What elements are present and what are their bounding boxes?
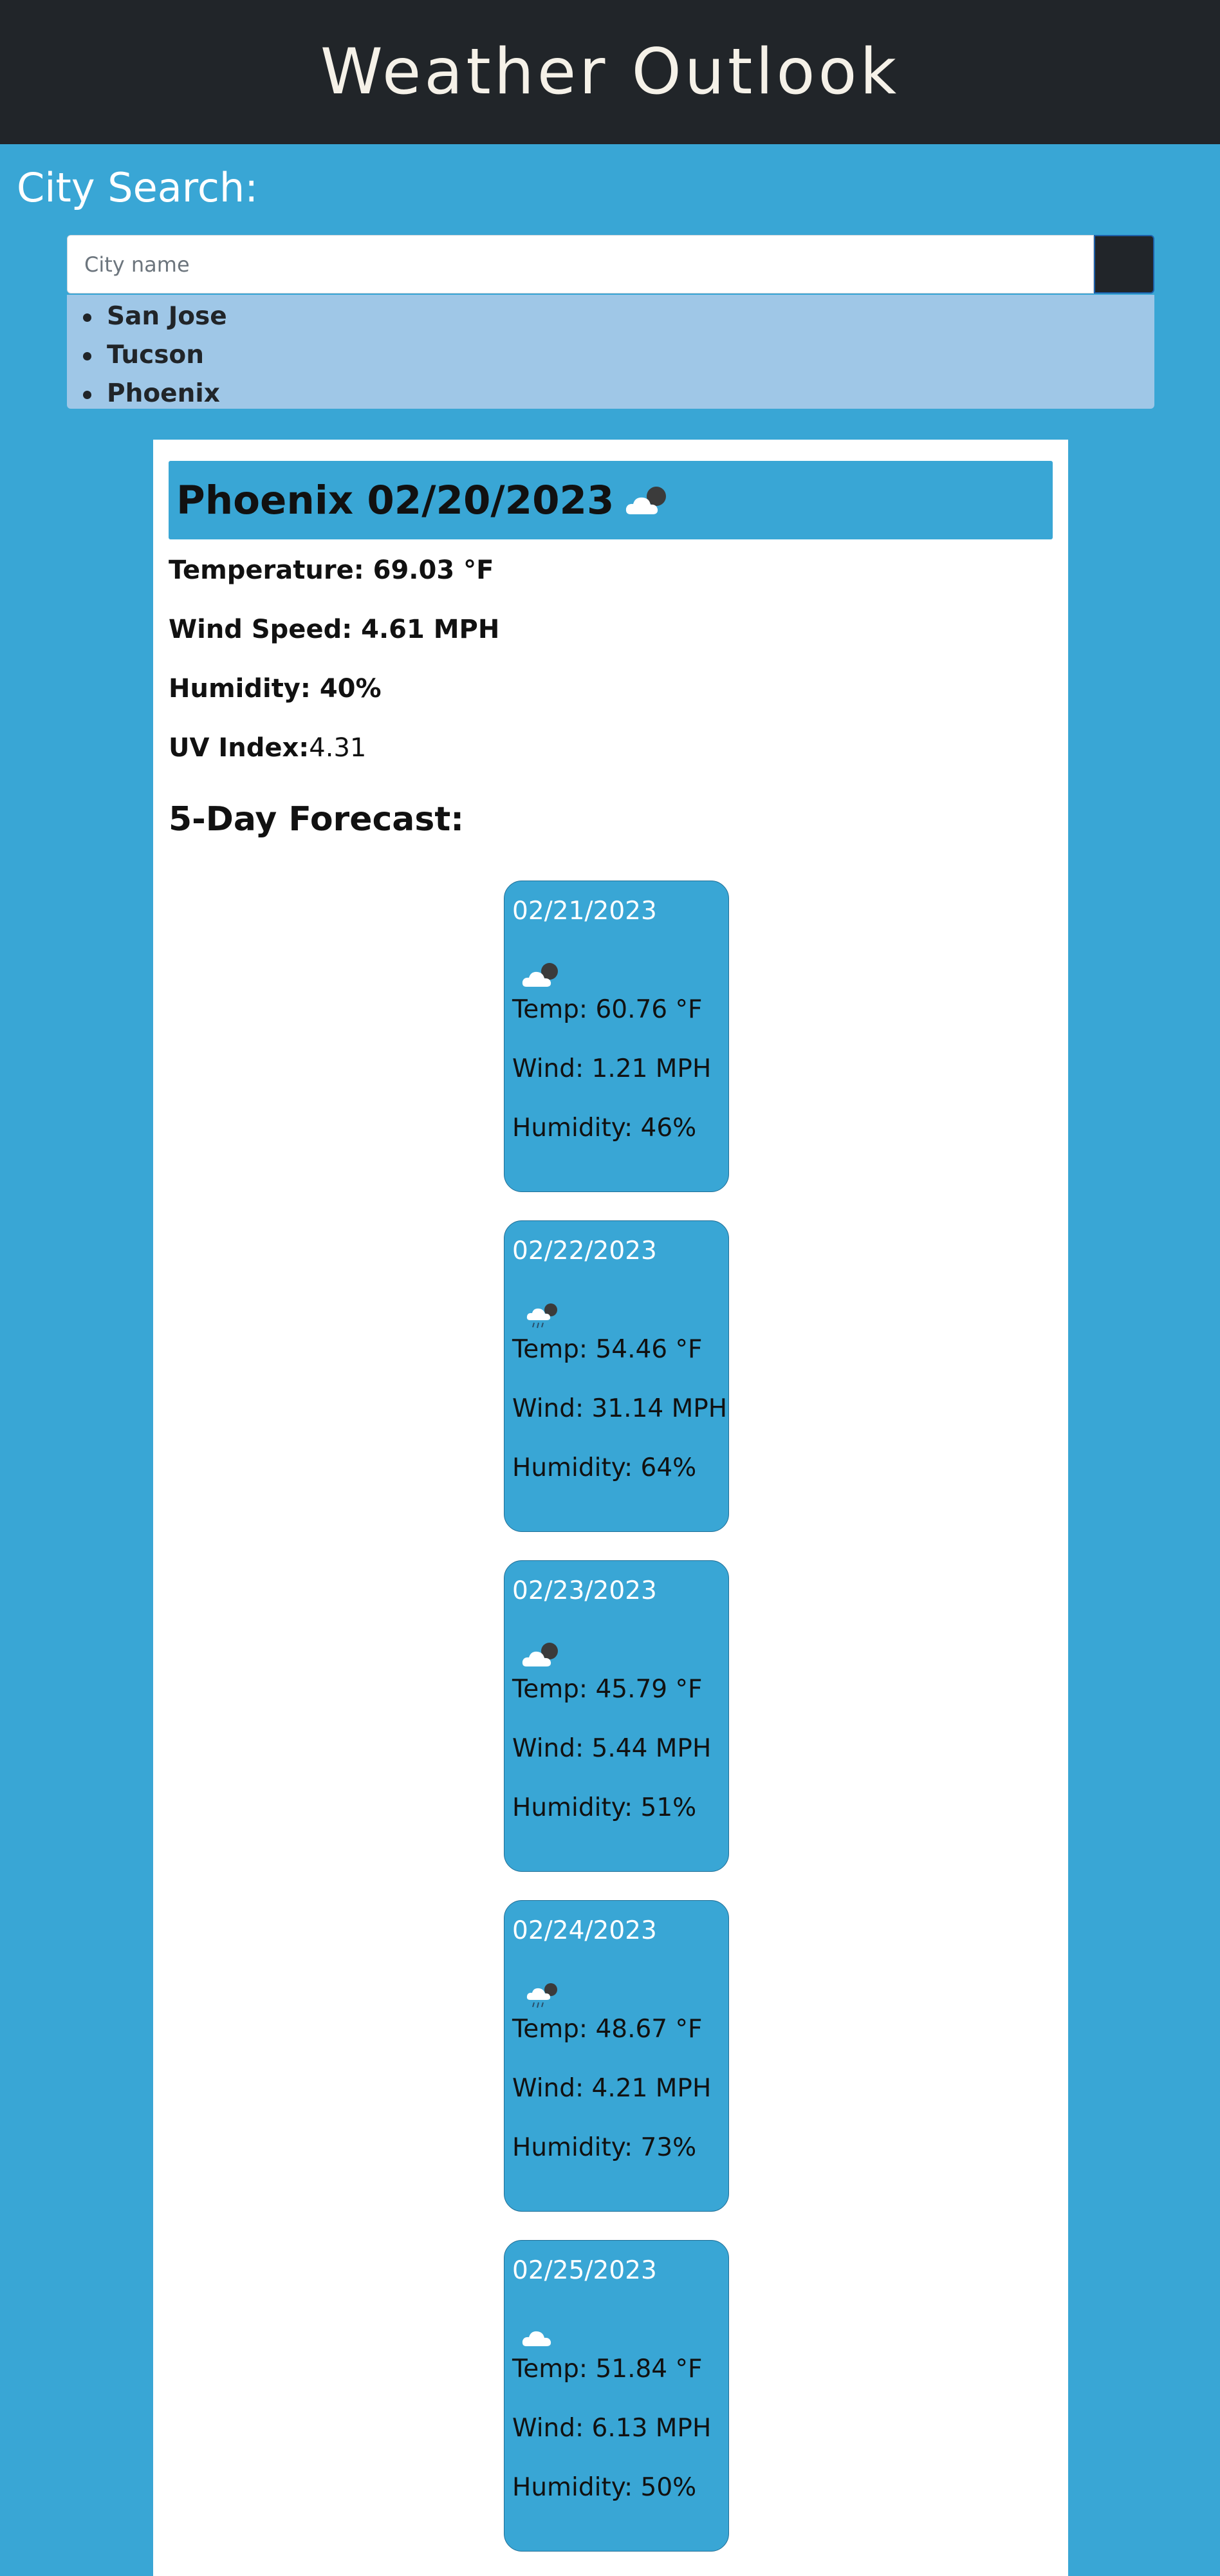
weather-results-panel: Phoenix 02/20/2023 Temperature: 69.03 °F… [153,440,1068,2576]
temperature-label: Temperature: [169,555,373,585]
forecast-wind: Wind: 5.44 MPH [512,1734,712,1763]
forecast-humidity: Humidity: 50% [512,2473,697,2502]
current-temperature: Temperature: 69.03 °F [169,554,494,586]
forecast-wind: Wind: 6.13 MPH [512,2414,712,2443]
history-item-phoenix[interactable]: Phoenix [67,375,1154,413]
temperature-value: 69.03 °F [373,555,494,585]
forecast-date: 02/22/2023 [512,1237,657,1265]
partly-cloudy-night-icon [519,958,565,996]
forecast-card: 02/25/2023 Temp: 51.84 °F Wind: 6.13 MPH… [504,2240,729,2552]
forecast-temp: Temp: 51.84 °F [512,2355,703,2384]
forecast-temp: Temp: 48.67 °F [512,2015,703,2044]
current-wind-speed: Wind Speed: 4.61 MPH [169,613,499,646]
forecast-wind: Wind: 4.21 MPH [512,2074,712,2103]
forecast-card: 02/23/2023 Temp: 45.79 °F Wind: 5.44 MPH… [504,1560,729,1872]
forecast-card: 02/22/2023 Temp: 54.46 °F Wind: 31.14 MP… [504,1220,729,1532]
history-item-san-jose[interactable]: San Jose [67,297,1154,336]
history-item-tucson[interactable]: Tucson [67,336,1154,375]
humidity-value: 40% [319,674,382,704]
app-header: Weather Outlook [0,0,1220,144]
cloud-icon [519,2318,565,2355]
forecast-date: 02/24/2023 [512,1916,657,1945]
current-weather-header: Phoenix 02/20/2023 [169,461,1053,539]
wind-speed-value: 4.61 MPH [361,615,500,644]
forecast-temp: Temp: 60.76 °F [512,995,703,1024]
current-humidity: Humidity: 40% [169,673,382,705]
app-title: Weather Outlook [320,35,900,109]
forecast-humidity: Humidity: 46% [512,1114,697,1143]
forecast-card: 02/21/2023 Temp: 60.76 °F Wind: 1.21 MPH… [504,881,729,1192]
forecast-heading: 5-Day Forecast: [169,800,464,839]
uv-index-label: UV Index: [169,733,310,763]
city-name-input[interactable] [67,235,1094,294]
forecast-wind: Wind: 31.14 MPH [512,1394,728,1423]
forecast-humidity: Humidity: 64% [512,1453,697,1482]
current-city-date: Phoenix 02/20/2023 [176,477,615,523]
wind-speed-label: Wind Speed: [169,615,362,644]
humidity-label: Humidity: [169,674,320,704]
forecast-humidity: Humidity: 51% [512,1793,697,1822]
forecast-humidity: Humidity: 73% [512,2133,697,2162]
search-button[interactable] [1094,235,1154,294]
uv-index-value: 4.31 [309,733,367,763]
city-search-label: City Search: [17,164,259,211]
forecast-date: 02/25/2023 [512,2256,657,2285]
current-uv-index: UV Index:4.31 [169,732,366,764]
forecast-temp: Temp: 54.46 °F [512,1335,703,1364]
partly-cloudy-night-icon [519,1638,565,1675]
rain-night-icon [524,1298,564,1336]
search-history-list: San Jose Tucson Phoenix [67,295,1154,409]
forecast-date: 02/23/2023 [512,1576,657,1605]
forecast-date: 02/21/2023 [512,897,657,926]
forecast-card: 02/24/2023 Temp: 48.67 °F Wind: 4.21 MPH… [504,1900,729,2212]
partly-cloudy-night-icon [622,482,673,526]
forecast-wind: Wind: 1.21 MPH [512,1054,712,1083]
rain-night-icon [524,1978,564,2015]
city-search-form [67,235,1154,294]
forecast-temp: Temp: 45.79 °F [512,1675,703,1704]
